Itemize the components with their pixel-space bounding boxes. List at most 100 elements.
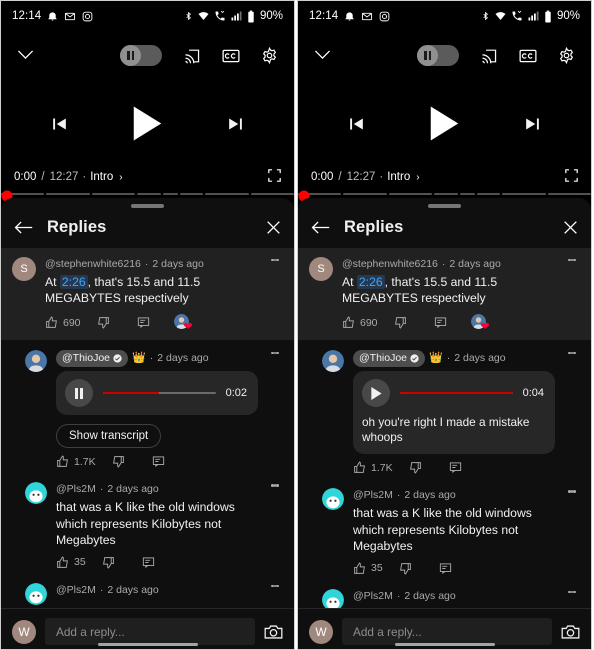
more-options-icon[interactable] xyxy=(564,257,580,332)
play-icon[interactable] xyxy=(131,106,164,147)
gear-icon[interactable] xyxy=(261,46,278,65)
comment-author-handle[interactable]: @stephenwhite6216 xyxy=(342,257,438,272)
more-options-icon[interactable] xyxy=(267,350,283,469)
replies-scroll-area[interactable]: S @stephenwhite6216 · 2 days ago At 2:26… xyxy=(298,247,591,650)
previous-track-icon[interactable] xyxy=(50,114,69,138)
parent-comment[interactable]: S @stephenwhite6216 · 2 days ago At 2:26… xyxy=(1,247,294,340)
avatar[interactable] xyxy=(25,482,47,504)
replies-scroll-area[interactable]: S @stephenwhite6216 · 2 days ago At 2:26… xyxy=(1,247,294,650)
time-and-chapter[interactable]: 0:00 / 12:27 · Intro › xyxy=(14,171,123,183)
camera-icon[interactable] xyxy=(561,624,580,640)
cast-icon[interactable] xyxy=(480,48,498,64)
comment-author-handle[interactable]: @Pls2M xyxy=(56,482,96,497)
next-track-icon[interactable] xyxy=(226,114,245,138)
like-button[interactable]: 690 xyxy=(342,316,378,329)
creator-heart-icon[interactable]: ❤ xyxy=(173,313,193,332)
back-arrow-icon[interactable] xyxy=(14,220,33,235)
reply-comment-icon[interactable] xyxy=(142,556,155,569)
video-timestamp-link[interactable]: 2:26 xyxy=(59,274,88,289)
creator-reply[interactable]: @ThioJoe 👑 · 2 days ago xyxy=(1,340,294,473)
closed-captions-icon[interactable] xyxy=(519,49,537,63)
like-button[interactable]: 1.7K xyxy=(353,461,393,474)
avatar[interactable]: S xyxy=(309,256,333,281)
play-icon[interactable] xyxy=(428,106,461,147)
chapter-segment[interactable] xyxy=(162,192,178,195)
chapter-segment[interactable] xyxy=(388,192,433,195)
avatar[interactable] xyxy=(322,349,344,372)
chapter-segment[interactable] xyxy=(91,192,136,195)
chapter-segment[interactable] xyxy=(547,192,591,195)
pause-icon[interactable] xyxy=(65,379,93,407)
time-and-chapter[interactable]: 0:00 / 12:27 · Intro › xyxy=(311,171,420,183)
close-icon[interactable] xyxy=(266,220,281,235)
parent-comment[interactable]: S @stephenwhite6216 · 2 days ago At 2:26… xyxy=(298,247,591,340)
chevron-down-icon[interactable] xyxy=(17,47,43,65)
previous-track-icon[interactable] xyxy=(347,114,366,138)
avatar[interactable] xyxy=(322,488,344,510)
more-options-icon[interactable] xyxy=(564,488,580,575)
like-button[interactable]: 35 xyxy=(353,561,383,575)
creator-handle-pill[interactable]: @ThioJoe xyxy=(353,349,426,367)
avatar[interactable]: W xyxy=(309,619,333,644)
more-options-icon[interactable] xyxy=(267,482,283,569)
cast-icon[interactable] xyxy=(183,48,201,64)
audio-reply-player[interactable]: 0:02 xyxy=(56,371,258,415)
reply-comment-icon[interactable] xyxy=(137,316,150,329)
home-indicator[interactable] xyxy=(97,642,198,646)
creator-heart-icon[interactable]: ❤ xyxy=(470,313,490,332)
chapter-progress-bar[interactable] xyxy=(1,189,294,201)
comment-author-handle[interactable]: @Pls2M xyxy=(353,488,393,503)
chapter-segment[interactable] xyxy=(46,192,90,195)
reply-comment-icon[interactable] xyxy=(434,316,447,329)
home-indicator[interactable] xyxy=(394,642,495,646)
reply-comment[interactable]: @Pls2M · 2 days ago that was a K like th… xyxy=(298,478,591,579)
camera-icon[interactable] xyxy=(264,624,283,640)
more-options-icon[interactable] xyxy=(564,350,580,475)
thumbs-down-icon[interactable] xyxy=(399,562,412,575)
reply-input[interactable]: Add a reply... xyxy=(342,618,552,645)
reply-comment[interactable]: @Pls2M · 2 days ago that was a K like th… xyxy=(1,472,294,573)
closed-captions-icon[interactable] xyxy=(222,49,240,63)
more-options-icon[interactable] xyxy=(267,583,283,605)
chapter-progress-bar[interactable] xyxy=(298,189,591,201)
thumbs-down-icon[interactable] xyxy=(102,556,115,569)
audio-progress-track[interactable] xyxy=(400,392,513,394)
play-icon[interactable] xyxy=(362,379,390,407)
chapter-segment[interactable] xyxy=(343,192,387,195)
video-player-right[interactable]: 0:00 / 12:27 · Intro › xyxy=(298,31,591,201)
fullscreen-icon[interactable] xyxy=(565,169,578,185)
avatar[interactable]: S xyxy=(12,256,36,281)
creator-reply[interactable]: @ThioJoe 👑 · 2 days ago xyxy=(298,340,591,479)
chevron-down-icon[interactable] xyxy=(314,47,340,65)
reply-input[interactable]: Add a reply... xyxy=(45,618,255,645)
thumbs-down-icon[interactable] xyxy=(112,455,125,468)
like-button[interactable]: 690 xyxy=(45,316,81,329)
show-transcript-button[interactable]: Show transcript xyxy=(56,424,162,448)
fullscreen-icon[interactable] xyxy=(268,169,281,185)
reply-comment-icon[interactable] xyxy=(152,455,165,468)
chapter-segment[interactable] xyxy=(459,192,475,195)
comment-author-handle[interactable]: @stephenwhite6216 xyxy=(45,257,141,272)
audio-reply-player[interactable]: 0:04 oh you're right I made a mistake wh… xyxy=(353,371,555,454)
avatar[interactable]: W xyxy=(12,619,36,644)
close-icon[interactable] xyxy=(563,220,578,235)
thumbs-down-icon[interactable] xyxy=(394,316,407,329)
comment-author-handle[interactable]: @Pls2M xyxy=(353,589,393,604)
back-arrow-icon[interactable] xyxy=(311,220,330,235)
next-track-icon[interactable] xyxy=(523,114,542,138)
like-button[interactable]: 35 xyxy=(56,555,86,569)
chapter-segment[interactable] xyxy=(179,192,204,195)
chapter-segment[interactable] xyxy=(434,192,458,195)
avatar[interactable] xyxy=(25,582,47,605)
reply-comment-partial[interactable]: @Pls2M · 2 days ago xyxy=(1,573,294,609)
creator-handle-pill[interactable]: @ThioJoe xyxy=(56,349,129,367)
chapter-segment[interactable] xyxy=(205,192,249,195)
comment-author-handle[interactable]: @Pls2M xyxy=(56,583,96,598)
gear-icon[interactable] xyxy=(558,46,575,65)
chapter-segment[interactable] xyxy=(502,192,546,195)
chapter-segment[interactable] xyxy=(476,192,501,195)
autoplay-toggle[interactable] xyxy=(120,45,162,66)
reply-comment-icon[interactable] xyxy=(439,562,452,575)
reply-comment-icon[interactable] xyxy=(449,461,462,474)
chapter-segment[interactable] xyxy=(137,192,161,195)
